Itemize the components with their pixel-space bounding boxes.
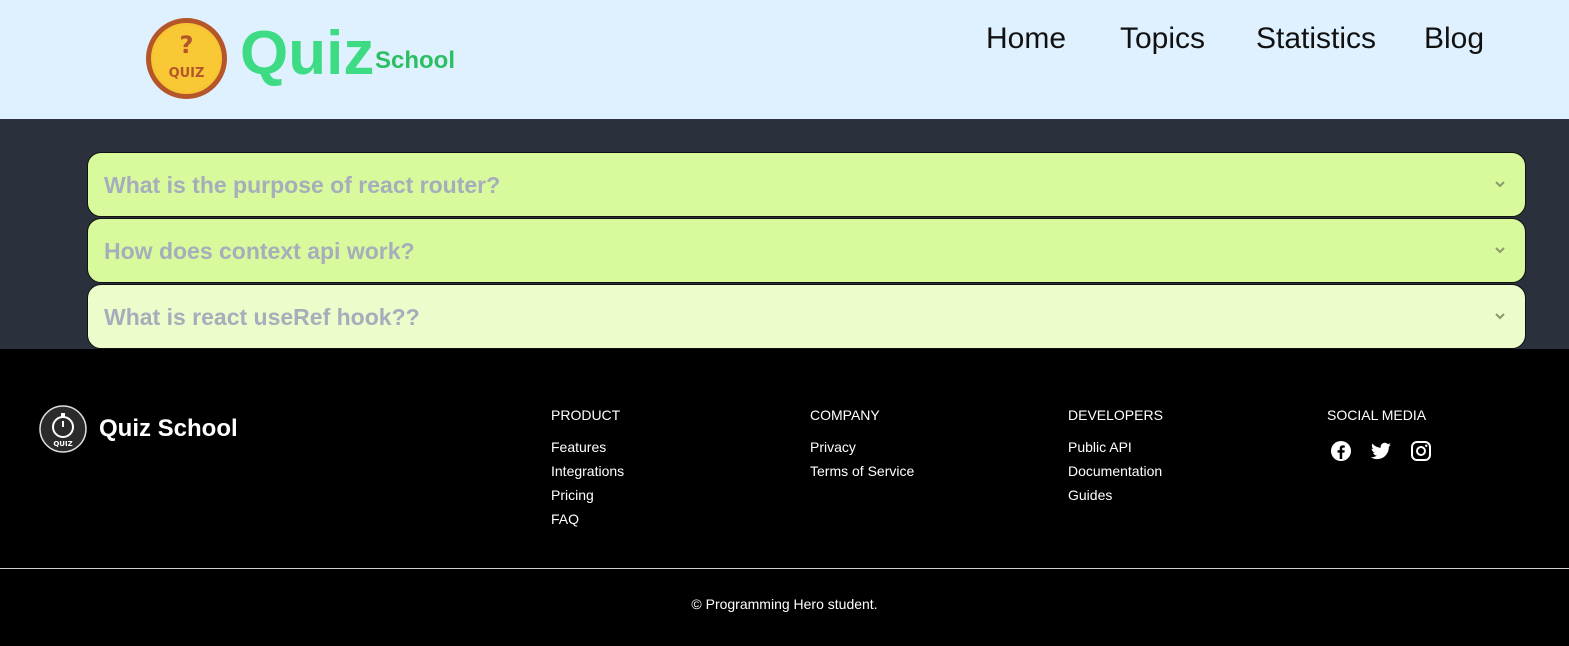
svg-text:?: ?	[180, 31, 194, 59]
copyright-text: © Programming Hero student.	[691, 596, 878, 612]
footer-link-public-api[interactable]: Public API	[1068, 437, 1132, 457]
footer-link-features[interactable]: Features	[551, 437, 606, 457]
footer-heading-social: SOCIAL MEDIA	[1327, 407, 1427, 423]
chevron-down-icon	[1495, 181, 1505, 188]
nav-topics[interactable]: Topics	[1120, 18, 1205, 60]
footer-link-privacy[interactable]: Privacy	[810, 437, 856, 457]
brand-subtitle: School	[375, 47, 456, 74]
nav-home[interactable]: Home	[986, 18, 1066, 60]
faq-item[interactable]: What is the purpose of react router?	[87, 152, 1526, 217]
faq-question: How does context api work?	[104, 238, 415, 264]
site-header: ? QUIZ Quiz School Home Topics Statistic…	[0, 0, 1569, 119]
footer-heading-product: PRODUCT	[551, 407, 621, 423]
nav-blog[interactable]: Blog	[1424, 18, 1484, 60]
site-footer: QUIZ Quiz School PRODUCT Features Integr…	[0, 349, 1569, 646]
svg-text:QUIZ: QUIZ	[53, 440, 72, 448]
footer-link-terms[interactable]: Terms of Service	[810, 461, 914, 481]
footer-link-integrations[interactable]: Integrations	[551, 461, 624, 481]
footer-link-guides[interactable]: Guides	[1068, 485, 1112, 505]
instagram-icon[interactable]	[1409, 439, 1433, 463]
facebook-icon[interactable]	[1329, 439, 1353, 463]
footer-heading-developers: DEVELOPERS	[1068, 407, 1163, 423]
faq-question: What is react useRef hook??	[104, 304, 420, 330]
footer-heading-company: COMPANY	[810, 407, 880, 423]
footer-link-documentation[interactable]: Documentation	[1068, 461, 1162, 481]
quiz-logo-icon[interactable]: ? QUIZ	[146, 18, 227, 99]
footer-link-pricing[interactable]: Pricing	[551, 485, 594, 505]
faq-item[interactable]: What is react useRef hook??	[87, 284, 1526, 349]
chevron-down-icon	[1495, 247, 1505, 254]
footer-link-faq[interactable]: FAQ	[551, 509, 579, 529]
stopwatch-logo-icon[interactable]: QUIZ	[39, 405, 87, 453]
brand-title[interactable]: Quiz	[240, 14, 374, 94]
faq-question: What is the purpose of react router?	[104, 172, 501, 198]
svg-text:QUIZ: QUIZ	[169, 66, 205, 81]
chevron-down-icon	[1495, 313, 1505, 320]
nav-statistics[interactable]: Statistics	[1256, 18, 1376, 60]
footer-divider	[0, 568, 1569, 569]
faq-item[interactable]: How does context api work?	[87, 218, 1526, 283]
twitter-icon[interactable]	[1369, 439, 1393, 463]
faq-section: What is the purpose of react router? How…	[0, 119, 1569, 349]
footer-brand[interactable]: Quiz School	[99, 414, 238, 444]
